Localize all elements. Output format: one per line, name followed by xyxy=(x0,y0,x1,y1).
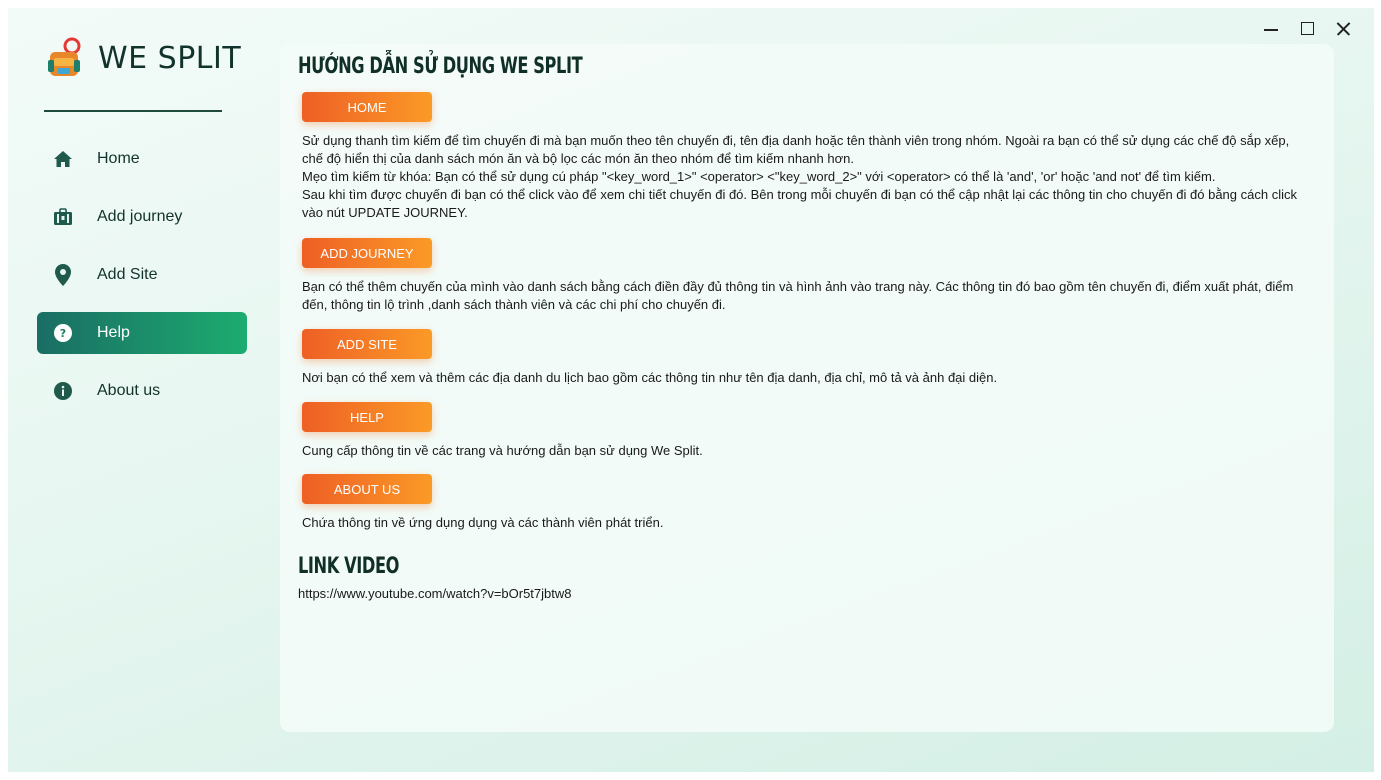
home-icon xyxy=(51,147,75,171)
sidebar-item-label: Home xyxy=(97,150,140,167)
section-badge-home: HOME xyxy=(302,92,432,122)
svg-text:?: ? xyxy=(60,327,66,340)
window-controls xyxy=(1258,18,1358,40)
info-icon xyxy=(51,379,75,403)
video-link[interactable]: https://www.youtube.com/watch?v=bOr5t7jb… xyxy=(298,586,572,601)
sidebar: Home Add journey Add Site ? Help About u… xyxy=(37,138,247,428)
section-text-add-site: Nơi bạn có thể xem và thêm các địa danh … xyxy=(302,370,998,385)
question-icon: ? xyxy=(51,321,75,345)
page-title: HƯỚNG DẪN SỬ DỤNG WE SPLIT xyxy=(298,54,583,79)
map-pin-icon xyxy=(51,263,75,287)
maximize-icon[interactable] xyxy=(1294,18,1322,40)
minimize-icon[interactable] xyxy=(1258,18,1286,40)
section-text-home: Sử dụng thanh tìm kiếm để tìm chuyến đi … xyxy=(302,133,1297,220)
section-badge-add-journey: ADD JOURNEY xyxy=(302,238,432,268)
section-badge-about-us: ABOUT US xyxy=(302,474,432,504)
sidebar-item-home[interactable]: Home xyxy=(37,138,247,180)
help-panel: HƯỚNG DẪN SỬ DỤNG WE SPLIT HOME Sử dụng … xyxy=(280,44,1334,732)
section-badge-help: HELP xyxy=(302,402,432,432)
app-window: WE SPLIT Home Add journey Add Site ? Hel… xyxy=(8,8,1374,772)
sidebar-item-help[interactable]: ? Help xyxy=(37,312,247,354)
sidebar-item-label: About us xyxy=(97,382,161,399)
sidebar-item-label: Add Site xyxy=(97,266,158,283)
brand-divider xyxy=(44,110,222,112)
app-name: WE SPLIT xyxy=(98,40,242,76)
section-text-about-us: Chứa thông tin về ứng dụng dụng và các t… xyxy=(302,515,664,530)
section-text-help: Cung cấp thông tin về các trang và hướng… xyxy=(302,443,703,458)
sidebar-item-add-site[interactable]: Add Site xyxy=(37,254,247,296)
sidebar-item-add-journey[interactable]: Add journey xyxy=(37,196,247,238)
section-badge-add-site: ADD SITE xyxy=(302,329,432,359)
section-text-add-journey: Bạn có thể thêm chuyến của mình vào danh… xyxy=(302,279,1294,312)
logo-icon xyxy=(48,37,81,76)
sidebar-item-label: Help xyxy=(97,324,130,341)
brand: WE SPLIT xyxy=(46,36,241,80)
sidebar-item-label: Add journey xyxy=(97,208,183,225)
sidebar-item-about-us[interactable]: About us xyxy=(37,370,247,412)
video-title: LINK VIDEO xyxy=(298,554,400,579)
briefcase-icon xyxy=(51,205,75,229)
close-icon[interactable] xyxy=(1330,18,1358,40)
